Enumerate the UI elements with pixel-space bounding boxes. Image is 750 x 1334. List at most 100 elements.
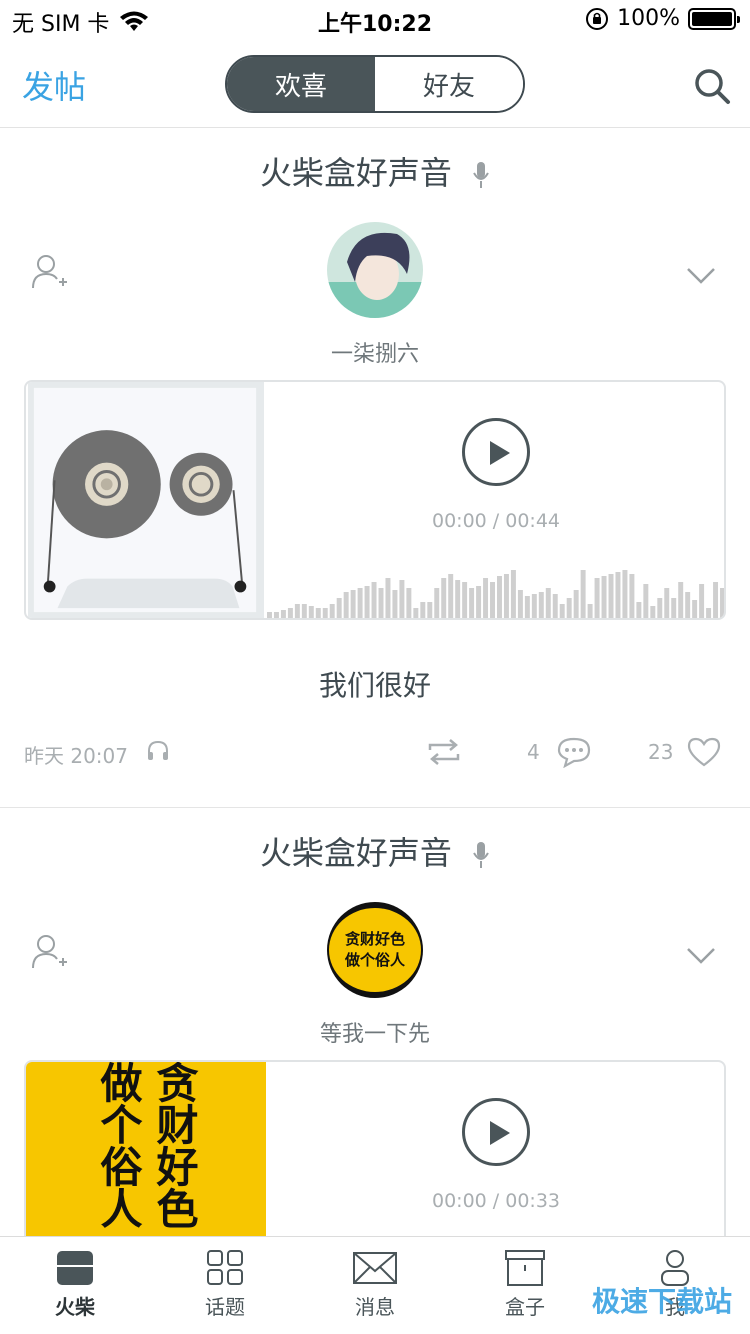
waveform-bar — [378, 588, 384, 618]
waveform-bar — [545, 588, 551, 618]
waveform-bar — [392, 590, 398, 618]
waveform-bar — [566, 598, 572, 618]
waveform-bar — [462, 582, 468, 618]
waveform-bar — [343, 592, 349, 618]
tab-joy[interactable]: 欢喜 — [227, 57, 375, 111]
waveform-bar — [294, 604, 300, 618]
waveform-bar — [643, 584, 649, 618]
waveform-bar — [636, 602, 642, 618]
waveform-bar — [608, 574, 614, 618]
microphone-icon — [473, 842, 489, 868]
waveform-bar — [357, 588, 363, 618]
add-friend-icon[interactable] — [30, 252, 70, 292]
username[interactable]: 一柒捌六 — [0, 336, 750, 368]
waveform-bar — [692, 600, 698, 618]
waveform-bar — [329, 604, 335, 618]
avatar[interactable] — [327, 222, 423, 318]
waveform-bar — [622, 570, 628, 618]
waveform-bar — [573, 590, 579, 618]
heart-icon[interactable] — [686, 736, 722, 768]
waveform-bar — [469, 588, 475, 618]
search-icon[interactable] — [692, 66, 732, 106]
grid-icon — [207, 1250, 243, 1285]
add-friend-icon[interactable] — [30, 932, 70, 972]
waveform-bar — [385, 578, 391, 618]
waveform-bar — [420, 602, 426, 618]
waveform-bar — [713, 582, 719, 618]
battery-percent: 100% — [617, 6, 680, 31]
waveform-bar — [287, 608, 293, 618]
waveform-bar — [503, 574, 509, 618]
album-cover-text: 贪财好色 做个俗人 — [94, 1061, 199, 1229]
tab-messages[interactable]: 消息 — [300, 1237, 450, 1334]
waveform-bar — [685, 592, 691, 618]
chevron-down-icon[interactable] — [686, 266, 716, 286]
waveform-bar — [301, 604, 307, 618]
waveform-bar — [664, 588, 670, 618]
post-button[interactable]: 发帖 — [22, 62, 86, 108]
avatar-illustration — [327, 222, 423, 318]
status-right: 100% — [585, 6, 740, 31]
waveform-bar — [399, 580, 405, 618]
headphones-icon — [148, 740, 168, 760]
post-date: 昨天 20:07 — [24, 744, 128, 768]
waveform-bar — [280, 610, 286, 618]
waveform-bar — [517, 590, 523, 618]
tab-label: 火柴 — [55, 1295, 95, 1319]
box-icon — [505, 1250, 545, 1286]
waveform-bar — [531, 594, 537, 618]
avatar-text: 贪财好色 做个俗人 — [344, 930, 405, 969]
repost-icon[interactable] — [426, 736, 462, 768]
waveform-bar — [455, 580, 461, 618]
waveform-bar — [594, 578, 600, 618]
envelope-icon — [353, 1252, 397, 1284]
waveform — [267, 570, 724, 618]
channel-name: 火柴盒好声音 — [259, 834, 452, 872]
watermark: 极速下载站 — [591, 1285, 732, 1318]
waveform-bar — [441, 578, 447, 618]
tab-label: 话题 — [205, 1295, 245, 1319]
waveform-bar — [267, 612, 272, 618]
album-cover[interactable]: 贪财好色 做个俗人 — [26, 1062, 266, 1250]
waveform-bar — [524, 596, 530, 618]
tab-label: 消息 — [355, 1295, 395, 1319]
waveform-bar — [427, 602, 433, 618]
orientation-lock-icon — [586, 7, 609, 30]
play-button[interactable] — [462, 1098, 530, 1166]
waveform-bar — [364, 586, 370, 618]
audio-player: 贪财好色 做个俗人 00:00 / 00:33 — [24, 1060, 726, 1250]
tab-label: 盒子 — [505, 1295, 545, 1319]
post-caption: 我们很好 — [318, 669, 431, 702]
waveform-bar — [650, 606, 656, 618]
waveform-bar — [538, 592, 544, 618]
waveform-bar — [483, 578, 489, 618]
matchbox-icon — [57, 1251, 93, 1285]
tab-box[interactable]: 盒子 — [450, 1237, 600, 1334]
comment-icon[interactable] — [556, 736, 592, 768]
avatar[interactable]: 贪财好色 做个俗人 — [327, 902, 423, 998]
waveform-bar — [322, 608, 328, 618]
microphone-icon — [473, 162, 489, 188]
waveform-bar — [315, 608, 321, 618]
username[interactable]: 等我一下先 — [0, 1016, 750, 1048]
waveform-bar — [552, 594, 558, 618]
cassette-cover[interactable] — [26, 382, 266, 618]
comment-count: 4 — [527, 740, 540, 764]
status-bar: 无 SIM 卡 上午10:22 100% — [0, 0, 750, 40]
waveform-bar — [629, 574, 635, 618]
waveform-bar — [476, 586, 482, 618]
play-button[interactable] — [462, 418, 530, 486]
tab-topics[interactable]: 话题 — [150, 1237, 300, 1334]
playback-time: 00:00 / 00:33 — [432, 1190, 560, 1212]
post-card: 火柴盒好声音 一柒捌六 00:00 / 00:44 我们很好 昨天 20:07 … — [0, 128, 750, 808]
waveform-bar — [308, 606, 314, 618]
post-card: 火柴盒好声音 贪财好色 做个俗人 等我一下先 贪财好色 做个俗人 00:00 /… — [0, 808, 750, 1250]
chevron-down-icon[interactable] — [686, 946, 716, 966]
waveform-bar — [720, 588, 724, 618]
tab-matches[interactable]: 火柴 — [0, 1237, 150, 1334]
top-nav: 发帖 欢喜 好友 — [0, 40, 750, 128]
tab-friends[interactable]: 好友 — [375, 57, 523, 111]
waveform-bar — [273, 612, 279, 618]
waveform-bar — [580, 570, 586, 618]
waveform-bar — [490, 582, 495, 618]
